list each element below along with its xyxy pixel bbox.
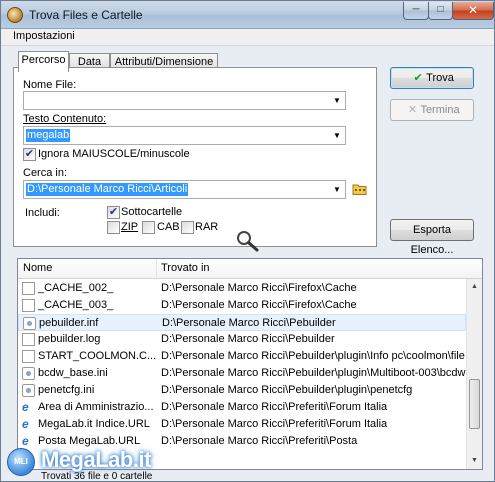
title-bar[interactable]: Trova Files e Cartelle ─ □ ✕ — [1, 1, 494, 29]
tab-percorso[interactable]: Percorso — [18, 51, 69, 72]
testo-contenuto-label: Testo Contenuto: — [23, 113, 107, 125]
chevron-down-icon[interactable]: ▼ — [329, 92, 345, 109]
termina-label: Termina — [420, 104, 460, 116]
row-path: D:\Personale Marco Ricci\Firefox\Cache — [161, 299, 357, 311]
row-path: D:\Personale Marco Ricci\Pebuilder — [161, 333, 335, 345]
sottocartelle-checkbox[interactable]: ✔ — [107, 206, 120, 219]
config-file-icon — [22, 384, 35, 397]
app-icon — [7, 7, 23, 23]
results-list[interactable]: Nome Trovato in _CACHE_002_ D:\Personale … — [17, 258, 483, 470]
cerca-in-value: D:\Personale Marco Ricci\Articoli — [26, 183, 189, 196]
row-path: D:\Personale Marco Ricci\Preferiti\Forum… — [161, 418, 388, 430]
row-name: bcdw_base.ini — [38, 367, 108, 379]
file-icon — [22, 299, 35, 312]
row-name: Area di Amministrazio... — [38, 401, 154, 413]
row-name: penetcfg.ini — [38, 384, 95, 396]
row-name: _CACHE_003_ — [38, 299, 114, 311]
termina-button[interactable]: ✕ Termina — [390, 99, 474, 121]
rar-checkbox[interactable] — [181, 221, 194, 234]
row-path: D:\Personale Marco Ricci\Preferiti\Posta — [161, 435, 358, 447]
testo-contenuto-value: megalab — [26, 129, 71, 142]
nome-file-combo[interactable]: ▼ — [23, 91, 346, 110]
table-row[interactable]: e Area di Amministrazio... D:\Personale Ma… — [18, 399, 466, 416]
menu-impostazioni[interactable]: Impostazioni — [13, 30, 75, 42]
scrollbar-thumb[interactable] — [469, 379, 480, 429]
magnifier-icon — [235, 229, 261, 253]
nome-file-label: Nome File: — [23, 79, 77, 91]
file-icon — [22, 282, 35, 295]
table-row[interactable]: pebuilder.inf D:\Personale Marco Ricci\Pe… — [18, 314, 466, 331]
zip-label: ZIP — [121, 221, 139, 233]
cerca-in-label: Cerca in: — [23, 167, 68, 179]
chevron-down-icon[interactable]: ▼ — [329, 127, 345, 144]
table-row[interactable]: _CACHE_002_ D:\Personale Marco Ricci\Fire… — [18, 280, 466, 297]
row-name: _CACHE_002_ — [38, 282, 114, 294]
checkmark-icon: ✔ — [413, 72, 423, 84]
row-path: D:\Personale Marco Ricci\Pebuilder\plugi… — [161, 350, 465, 362]
cab-checkbox[interactable] — [142, 221, 155, 234]
file-icon — [22, 350, 35, 363]
window-title: Trova Files e Cartelle — [29, 8, 143, 22]
close-button[interactable]: ✕ — [452, 2, 494, 20]
ignora-maiuscole-checkbox[interactable]: ✔ — [23, 148, 36, 161]
row-path: D:\Personale Marco Ricci\Pebuilder — [162, 317, 336, 329]
sottocartelle-label: Sottocartelle — [121, 206, 183, 218]
ignora-maiuscole-label: Ignora MAIUSCOLE/minuscole — [38, 148, 190, 160]
row-path: D:\Personale Marco Ricci\Pebuilder\plugi… — [161, 367, 466, 379]
scroll-up-arrow-icon[interactable]: ▲ — [467, 279, 482, 295]
watermark-text: MegaLab.it — [41, 447, 151, 472]
zip-checkbox[interactable] — [107, 221, 120, 234]
row-path: D:\Personale Marco Ricci\Pebuilder\plugi… — [161, 384, 413, 396]
internet-shortcut-icon: e — [22, 417, 29, 431]
chevron-down-icon[interactable]: ▼ — [329, 181, 345, 198]
cab-label: CAB — [157, 221, 180, 233]
row-name: pebuilder.inf — [39, 317, 99, 329]
scroll-down-arrow-icon[interactable]: ▼ — [467, 453, 482, 469]
maximize-button[interactable]: □ — [428, 2, 453, 20]
results-scrollbar[interactable]: ▲ ▼ — [466, 279, 482, 469]
file-icon — [22, 333, 35, 346]
internet-shortcut-icon: e — [22, 434, 29, 448]
internet-shortcut-icon: e — [22, 400, 29, 414]
minimize-button[interactable]: ─ — [403, 2, 429, 20]
stop-icon: ✕ — [407, 104, 418, 116]
row-name: START_COOLMON.C... — [38, 350, 157, 362]
row-name: MegaLab.it Indice.URL — [38, 418, 150, 430]
table-row[interactable]: penetcfg.ini D:\Personale Marco Ricci\Peb… — [18, 382, 466, 399]
column-header-trovato-in[interactable]: Trovato in — [161, 262, 210, 274]
config-file-icon — [23, 317, 36, 330]
config-file-icon — [22, 367, 35, 380]
trova-label: Trova — [426, 72, 454, 84]
testo-contenuto-combo[interactable]: megalab ▼ — [23, 126, 346, 145]
column-header-nome[interactable]: Nome — [23, 262, 52, 274]
menu-bar: Impostazioni — [1, 29, 494, 46]
column-divider[interactable] — [156, 259, 157, 279]
rar-label: RAR — [195, 221, 219, 233]
table-row[interactable]: e MegaLab.it Indice.URL D:\Personale Marco… — [18, 416, 466, 433]
browse-folder-icon[interactable] — [352, 182, 367, 195]
trova-button[interactable]: ✔ Trova — [390, 67, 474, 89]
row-path: D:\Personale Marco Ricci\Preferiti\Forum… — [161, 401, 388, 413]
cerca-in-combo[interactable]: D:\Personale Marco Ricci\Articoli ▼ — [23, 180, 346, 199]
row-path: D:\Personale Marco Ricci\Firefox\Cache — [161, 282, 357, 294]
results-header: Nome Trovato in — [18, 259, 482, 279]
includi-label: Includi: — [25, 207, 60, 219]
table-row[interactable]: pebuilder.log D:\Personale Marco Ricci\Pe… — [18, 331, 466, 348]
table-row[interactable]: _CACHE_003_ D:\Personale Marco Ricci\Fire… — [18, 297, 466, 314]
find-files-window: Trova Files e Cartelle ─ □ ✕ Impostazion… — [0, 0, 495, 482]
table-row[interactable]: START_COOLMON.C... D:\Personale Marco Ric… — [18, 348, 466, 365]
table-row[interactable]: bcdw_base.ini D:\Personale Marco Ricci\Pe… — [18, 365, 466, 382]
esporta-elenco-button[interactable]: Esporta Elenco... — [390, 219, 474, 256]
megalab-logo: MLI — [7, 448, 35, 476]
row-name: pebuilder.log — [38, 333, 101, 345]
